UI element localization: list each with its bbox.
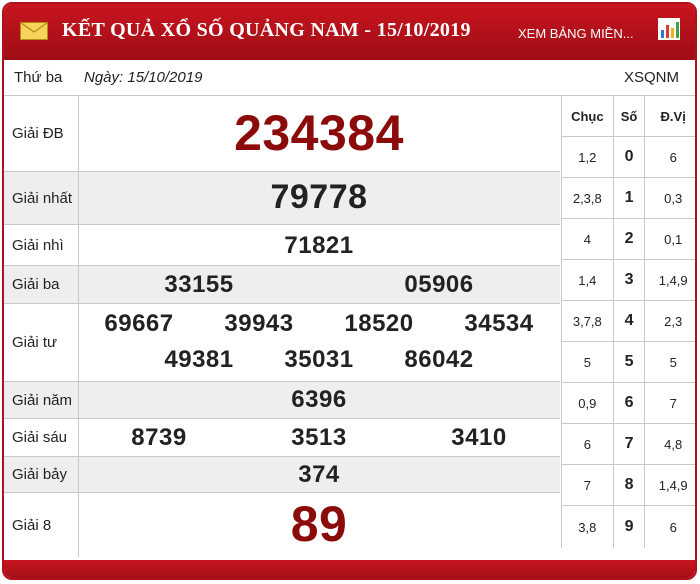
prize-number: 3410 bbox=[451, 424, 507, 451]
loto-table: Chục Số Đ.Vị 1,2 0 6 2,3,8 1 0,3 4 2 0,1… bbox=[561, 96, 695, 548]
prize-row-fourth: Giải tư 69667 39943 18520 34534 49381 35… bbox=[4, 304, 560, 382]
loto-chuc: 4 bbox=[562, 219, 614, 259]
prize-row-eighth: Giải 8 89 bbox=[4, 493, 560, 557]
loto-dv: 7 bbox=[669, 395, 677, 411]
loto-row: 0,9 6 7 bbox=[562, 383, 695, 424]
mail-icon bbox=[20, 22, 48, 40]
loto-row: 3,7,8 4 2,3 bbox=[562, 301, 695, 342]
loto-chuc: 7 bbox=[562, 465, 614, 505]
loto-so: 0 bbox=[614, 137, 646, 177]
header-bar: KẾT QUẢ XỔ SỐ QUẢNG NAM - 15/10/2019 XEM… bbox=[4, 4, 695, 60]
loto-dv: 6 bbox=[669, 149, 677, 165]
loto-so: 1 bbox=[614, 178, 646, 218]
loto-dv: 2,3 bbox=[664, 313, 683, 329]
prize-number: 71821 bbox=[284, 232, 354, 259]
loto-dv: 1,4,9 bbox=[658, 477, 688, 493]
loto-so: 2 bbox=[614, 219, 646, 259]
prize-number: 18520 bbox=[344, 310, 414, 337]
loto-header-so: Số bbox=[614, 96, 646, 136]
lottery-result-card: KẾT QUẢ XỔ SỐ QUẢNG NAM - 15/10/2019 XEM… bbox=[2, 2, 697, 580]
loto-row: 6 7 4,8 bbox=[562, 424, 695, 465]
loto-header-chuc: Chục bbox=[562, 96, 614, 136]
prize-label: Giải sáu bbox=[4, 419, 79, 456]
prize-row-first: Giải nhất 79778 bbox=[4, 172, 560, 225]
prize-number: 3513 bbox=[291, 424, 347, 451]
prize-number: 69667 bbox=[104, 310, 174, 337]
loto-dv: 0,3 bbox=[664, 190, 683, 206]
bar-chart-icon[interactable] bbox=[658, 18, 680, 40]
footer-bar bbox=[4, 560, 695, 578]
prize-number: 6396 bbox=[291, 386, 347, 413]
prize-label: Giải ĐB bbox=[4, 96, 79, 171]
loto-chuc: 1,2 bbox=[562, 137, 614, 177]
lottery-code: XSQNM bbox=[623, 69, 679, 86]
prize-label: Giải nhất bbox=[4, 172, 79, 224]
loto-so: 4 bbox=[614, 301, 646, 341]
prize-number: 05906 bbox=[404, 271, 474, 298]
loto-dv: 1,4,9 bbox=[658, 272, 688, 288]
prize-label: Giải bảy bbox=[4, 457, 79, 492]
loto-so: 5 bbox=[614, 342, 646, 382]
loto-so: 6 bbox=[614, 383, 646, 423]
view-region-table-link[interactable]: XEM BẢNG MIỀN... bbox=[518, 26, 634, 41]
prize-row-fifth: Giải năm 6396 bbox=[4, 382, 560, 419]
prize-label: Giải tư bbox=[4, 304, 79, 381]
loto-dv: 0,1 bbox=[664, 231, 683, 247]
prize-row-seventh: Giải bảy 374 bbox=[4, 457, 560, 493]
prize-number: 374 bbox=[298, 461, 340, 488]
prize-number: 8739 bbox=[131, 424, 187, 451]
prize-table: Giải ĐB 234384 Giải nhất 79778 Giải nhì … bbox=[4, 96, 560, 557]
loto-row: 4 2 0,1 bbox=[562, 219, 695, 260]
prize-number: 34534 bbox=[464, 310, 534, 337]
loto-row: 5 5 5 bbox=[562, 342, 695, 383]
loto-so: 7 bbox=[614, 424, 646, 464]
date-label: Ngày: 15/10/2019 bbox=[84, 69, 203, 86]
prize-number: 86042 bbox=[404, 346, 474, 373]
loto-chuc: 2,3,8 bbox=[562, 178, 614, 218]
prize-row-second: Giải nhì 71821 bbox=[4, 225, 560, 266]
loto-so: 9 bbox=[614, 506, 646, 548]
loto-chuc: 3,7,8 bbox=[562, 301, 614, 341]
prize-number: 35031 bbox=[284, 346, 354, 373]
loto-row: 7 8 1,4,9 bbox=[562, 465, 695, 506]
prize-row-sixth: Giải sáu 8739 3513 3410 bbox=[4, 419, 560, 457]
prize-number-special: 234384 bbox=[234, 105, 404, 161]
page-title: KẾT QUẢ XỔ SỐ QUẢNG NAM - 15/10/2019 bbox=[62, 19, 471, 41]
prize-number: 33155 bbox=[164, 271, 234, 298]
prize-number: 39943 bbox=[224, 310, 294, 337]
loto-dv: 4,8 bbox=[664, 436, 683, 452]
loto-dv: 5 bbox=[669, 354, 677, 370]
date-bar: Thứ ba Ngày: 15/10/2019 XSQNM bbox=[4, 60, 695, 96]
loto-chuc: 1,4 bbox=[562, 260, 614, 300]
prize-label: Giải 8 bbox=[4, 493, 79, 557]
prize-label: Giải nhì bbox=[4, 225, 79, 265]
loto-chuc: 5 bbox=[562, 342, 614, 382]
prize-label: Giải năm bbox=[4, 382, 79, 418]
loto-chuc: 6 bbox=[562, 424, 614, 464]
loto-row: 1,2 0 6 bbox=[562, 137, 695, 178]
loto-row: 3,8 9 6 bbox=[562, 506, 695, 548]
loto-so: 8 bbox=[614, 465, 646, 505]
prize-row-third: Giải ba 33155 05906 bbox=[4, 266, 560, 304]
prize-label: Giải ba bbox=[4, 266, 79, 303]
prize-number-eighth: 89 bbox=[290, 496, 348, 552]
prize-number: 79778 bbox=[270, 178, 368, 216]
loto-header-row: Chục Số Đ.Vị bbox=[562, 96, 695, 137]
loto-row: 1,4 3 1,4,9 bbox=[562, 260, 695, 301]
prize-number: 49381 bbox=[164, 346, 234, 373]
weekday-label: Thứ ba bbox=[14, 69, 63, 86]
loto-chuc: 3,8 bbox=[562, 506, 614, 548]
loto-header-dv: Đ.Vị bbox=[660, 108, 686, 124]
loto-row: 2,3,8 1 0,3 bbox=[562, 178, 695, 219]
loto-so: 3 bbox=[614, 260, 646, 300]
loto-dv: 6 bbox=[669, 519, 677, 535]
prize-row-special: Giải ĐB 234384 bbox=[4, 96, 560, 172]
loto-chuc: 0,9 bbox=[562, 383, 614, 423]
